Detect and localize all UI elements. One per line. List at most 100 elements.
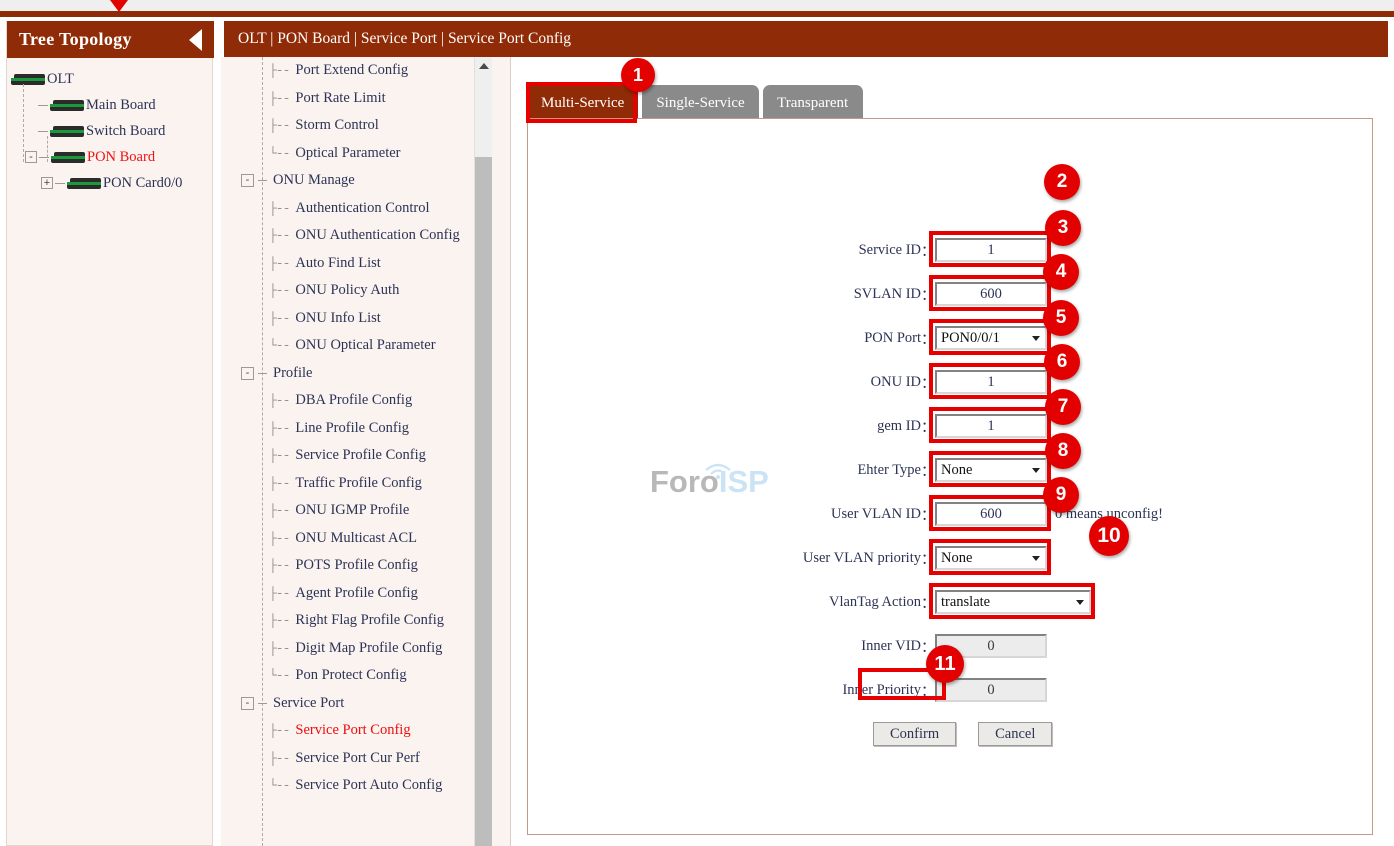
menu-item[interactable]: ├-- Authentication Control (221, 195, 493, 223)
menu-item-label[interactable]: Service Profile Config (295, 447, 425, 464)
inner-priority-input: 0 (935, 678, 1047, 702)
tree-node[interactable]: Switch Board (7, 118, 214, 144)
collapse-left-arrow-icon[interactable] (189, 28, 202, 51)
menu-item-label[interactable]: Storm Control (295, 117, 378, 134)
menu-item[interactable]: ├-- ONU Policy Auth (221, 277, 493, 305)
menu-group[interactable]: - Service Port (221, 690, 493, 718)
confirm-button[interactable]: Confirm (873, 722, 957, 746)
svlan-id-input[interactable]: 600 (935, 282, 1047, 306)
pon-port-select[interactable]: PON0/0/1 (935, 326, 1047, 350)
menu-scrollbar[interactable] (474, 57, 492, 846)
menu-item-label[interactable]: ONU Optical Parameter (295, 337, 435, 354)
menu-item-label[interactable]: Service Port Config (295, 722, 410, 739)
menu-item[interactable]: ├-- ONU Multicast ACL (221, 525, 493, 553)
menu-item[interactable]: ├-- Storm Control (221, 112, 493, 140)
menu-item-label[interactable]: Traffic Profile Config (295, 475, 421, 492)
tree-node-label[interactable]: PON Card0/0 (103, 175, 182, 192)
menu-item[interactable]: ├-- Port Extend Config (221, 57, 493, 85)
menu-item-label[interactable]: POTS Profile Config (295, 557, 417, 574)
vlantag-action-select[interactable]: translate (935, 590, 1091, 614)
gem-id-input[interactable]: 1 (935, 414, 1047, 438)
top-gray-strip (0, 0, 1394, 11)
menu-group[interactable]: - Profile (221, 360, 493, 388)
menu-connector: ├-- (269, 228, 290, 244)
field-label: User VLAN priority (802, 549, 921, 566)
menu-item[interactable]: ├-- Digit Map Profile Config (221, 635, 493, 663)
menu-item-label[interactable]: Service Port Cur Perf (295, 750, 419, 767)
window-top-strip (0, 0, 1394, 22)
menu-item[interactable]: └-- ONU Optical Parameter (221, 332, 493, 360)
menu-group-toggle[interactable]: - (241, 696, 254, 710)
user-vlan-priority-select[interactable]: None (935, 546, 1047, 570)
menu-item[interactable]: ├-- Service Profile Config (221, 442, 493, 470)
menu-item-label[interactable]: Agent Profile Config (295, 585, 417, 602)
inner-vid-input: 0 (935, 634, 1047, 658)
ehter-type-select[interactable]: None (935, 458, 1047, 482)
tree-node-label[interactable]: Main Board (86, 97, 156, 114)
tab-multi-service[interactable]: Multi-Service (527, 85, 639, 121)
menu-item[interactable]: ├-- Right Flag Profile Config (221, 607, 493, 635)
menu-connector: ├-- (269, 558, 290, 574)
tree-node-label[interactable]: Switch Board (86, 123, 165, 140)
tree-node[interactable]: + PON Card0/0 (7, 170, 214, 196)
menu-item-label[interactable]: Port Extend Config (295, 62, 408, 79)
menu-connector: ├-- (269, 283, 290, 299)
menu-item-label[interactable]: ONU Multicast ACL (295, 530, 417, 547)
menu-item-label[interactable]: ONU Policy Auth (295, 282, 399, 299)
user-vlan-id-input[interactable]: 600 (935, 502, 1047, 526)
menu-item-label[interactable]: Authentication Control (295, 200, 429, 217)
onu-id-input[interactable]: 1 (935, 370, 1047, 394)
menu-item-label[interactable]: Service Port Auto Config (295, 777, 442, 794)
menu-item[interactable]: ├-- POTS Profile Config (221, 552, 493, 580)
menu-connector: ├-- (269, 255, 290, 271)
menu-group-toggle[interactable]: - (241, 174, 254, 188)
menu-item-label[interactable]: Auto Find List (295, 255, 380, 272)
tree-expander-toggle[interactable]: + (41, 177, 53, 189)
tab-transparent[interactable]: Transparent (762, 85, 863, 121)
service-id-input[interactable]: 1 (935, 238, 1047, 262)
menu-connector: ├-- (269, 750, 290, 766)
menu-item-label[interactable]: Service Port (273, 695, 344, 712)
menu-item[interactable]: ├-- Port Rate Limit (221, 85, 493, 113)
menu-item-label[interactable]: Pon Protect Config (295, 667, 406, 684)
menu-item[interactable]: ├-- Auto Find List (221, 250, 493, 278)
menu-group-toggle[interactable]: - (241, 366, 254, 380)
menu-scrollbar-thumb[interactable] (475, 157, 492, 846)
menu-item[interactable]: ├-- DBA Profile Config (221, 387, 493, 415)
tree-node[interactable]: OLT (7, 66, 214, 92)
menu-item[interactable]: └-- Optical Parameter (221, 140, 493, 168)
tree-node-label[interactable]: PON Board (87, 149, 155, 166)
menu-item-label[interactable]: ONU IGMP Profile (295, 502, 409, 519)
tree-node[interactable]: - PON Board (7, 144, 214, 170)
menu-item-label[interactable]: Right Flag Profile Config (295, 612, 444, 629)
menu-connector (258, 180, 267, 182)
menu-item-label[interactable]: Line Profile Config (295, 420, 409, 437)
menu-item-label[interactable]: ONU Authentication Config (295, 227, 459, 244)
tab-single-service[interactable]: Single-Service (642, 85, 759, 121)
tree-node[interactable]: Main Board (7, 92, 214, 118)
tree-node-label[interactable]: OLT (47, 71, 74, 88)
menu-item-label[interactable]: Profile (273, 365, 312, 382)
cancel-button[interactable]: Cancel (978, 722, 1053, 746)
tree-expander-toggle[interactable]: - (25, 151, 37, 163)
menu-item[interactable]: └-- Pon Protect Config (221, 662, 493, 690)
menu-item-label[interactable]: Digit Map Profile Config (295, 640, 442, 657)
menu-item-label[interactable]: Optical Parameter (295, 145, 400, 162)
menu-item[interactable]: ├-- Traffic Profile Config (221, 470, 493, 498)
menu-item[interactable]: ├-- ONU Info List (221, 305, 493, 333)
scroll-up-arrow-icon[interactable] (475, 57, 492, 74)
menu-item[interactable]: ├-- ONU IGMP Profile (221, 497, 493, 525)
menu-item[interactable]: ├-- Service Port Config (221, 717, 493, 745)
form-row: ONU ID： 1 (528, 369, 1374, 395)
button-label: Confirm (890, 725, 940, 742)
menu-item-label[interactable]: ONU Manage (273, 172, 355, 189)
menu-item[interactable]: ├-- Line Profile Config (221, 415, 493, 443)
menu-group[interactable]: - ONU Manage (221, 167, 493, 195)
menu-item-label[interactable]: Port Rate Limit (295, 90, 385, 107)
menu-item-label[interactable]: ONU Info List (295, 310, 380, 327)
menu-item[interactable]: ├-- Service Port Cur Perf (221, 745, 493, 773)
menu-item[interactable]: ├-- Agent Profile Config (221, 580, 493, 608)
menu-item[interactable]: ├-- ONU Authentication Config (221, 222, 493, 250)
menu-item-label[interactable]: DBA Profile Config (295, 392, 412, 409)
menu-item[interactable]: └-- Service Port Auto Config (221, 772, 493, 800)
